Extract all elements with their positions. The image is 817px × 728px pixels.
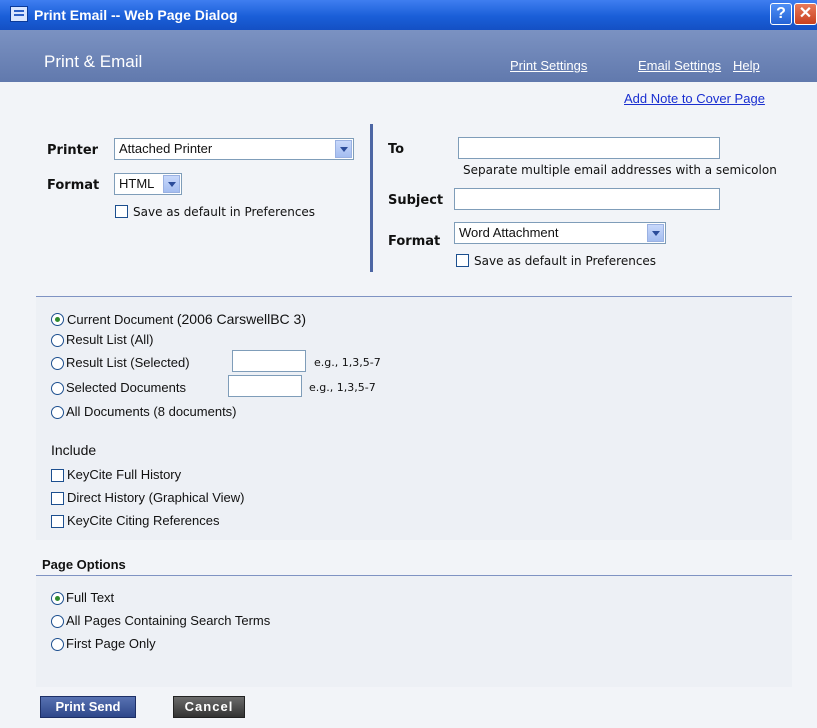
to-label: To	[388, 142, 405, 157]
full-text-label: Full Text	[66, 590, 115, 605]
include-label: Include	[51, 442, 97, 458]
selected-documents-range-input[interactable]	[228, 375, 302, 397]
section-divider	[370, 124, 373, 272]
printer-label: Printer	[47, 143, 99, 158]
result-list-example: e.g., 1,3,5-7	[314, 356, 381, 369]
keycite-citing-references-checkbox[interactable]	[51, 515, 64, 528]
page-options-panel	[36, 575, 792, 687]
chevron-down-icon	[163, 175, 180, 193]
header-bar: Print & Email Print Settings Email Setti…	[0, 30, 817, 82]
radio-result-list-selected[interactable]	[51, 357, 64, 370]
add-note-link[interactable]: Add Note to Cover Page	[624, 91, 765, 106]
print-save-default-checkbox[interactable]	[115, 205, 128, 218]
result-list-all-label: Result List (All)	[66, 332, 154, 347]
radio-all-documents[interactable]	[51, 406, 64, 419]
title-bar: Print Email -- Web Page Dialog ? ✕	[0, 0, 817, 30]
selected-documents-label: Selected Documents	[66, 380, 186, 395]
help-icon[interactable]: ?	[770, 3, 792, 25]
email-format-value: Word Attachment	[459, 225, 559, 240]
keycite-citing-references-label: KeyCite Citing References	[67, 513, 220, 528]
radio-first-page-only[interactable]	[51, 638, 64, 651]
email-format-label: Format	[388, 234, 441, 249]
email-format-select[interactable]: Word Attachment	[454, 222, 666, 244]
page-options-title: Page Options	[42, 557, 126, 572]
print-settings-link[interactable]: Print Settings	[510, 58, 587, 73]
print-format-select[interactable]: HTML	[114, 173, 182, 195]
chevron-down-icon	[335, 140, 352, 158]
direct-history-label: Direct History (Graphical View)	[67, 490, 245, 505]
print-format-label: Format	[47, 178, 100, 193]
to-input[interactable]	[458, 137, 720, 159]
selected-documents-example: e.g., 1,3,5-7	[309, 381, 376, 394]
radio-selected-documents[interactable]	[51, 382, 64, 395]
email-save-default-checkbox[interactable]	[456, 254, 469, 267]
result-list-selected-label: Result List (Selected)	[66, 355, 190, 370]
print-save-default-label: Save as default in Preferences	[133, 205, 316, 219]
chevron-down-icon	[647, 224, 664, 242]
radio-full-text[interactable]	[51, 592, 64, 605]
first-page-only-label: First Page Only	[66, 636, 156, 651]
radio-result-list-all[interactable]	[51, 334, 64, 347]
print-format-value: HTML	[119, 176, 155, 191]
email-hint: Separate multiple email addresses with a…	[463, 163, 777, 177]
help-link[interactable]: Help	[733, 58, 760, 73]
printer-select[interactable]: Attached Printer	[114, 138, 354, 160]
all-documents-label: All Documents (8 documents)	[66, 404, 237, 419]
radio-current-document[interactable]	[51, 313, 64, 326]
close-icon[interactable]: ✕	[794, 3, 817, 25]
subject-label: Subject	[388, 193, 444, 208]
result-list-range-input[interactable]	[232, 350, 306, 372]
email-save-default-label: Save as default in Preferences	[474, 254, 657, 268]
direct-history-checkbox[interactable]	[51, 492, 64, 505]
keycite-full-history-label: KeyCite Full History	[67, 467, 182, 482]
subject-input[interactable]	[454, 188, 720, 210]
cancel-button[interactable]: Cancel	[173, 696, 245, 718]
email-settings-link[interactable]: Email Settings	[638, 58, 721, 73]
print-send-button[interactable]: Print Send	[40, 696, 136, 718]
page-title: Print & Email	[44, 52, 143, 71]
window-title: Print Email -- Web Page Dialog	[34, 7, 238, 23]
printer-value: Attached Printer	[119, 141, 213, 156]
current-document-label: Current Document (2006 CarswellBC 3)	[67, 311, 307, 327]
pages-with-search-terms-label: All Pages Containing Search Terms	[66, 613, 271, 628]
keycite-full-history-checkbox[interactable]	[51, 469, 64, 482]
radio-pages-with-search-terms[interactable]	[51, 615, 64, 628]
document-icon	[10, 6, 28, 22]
